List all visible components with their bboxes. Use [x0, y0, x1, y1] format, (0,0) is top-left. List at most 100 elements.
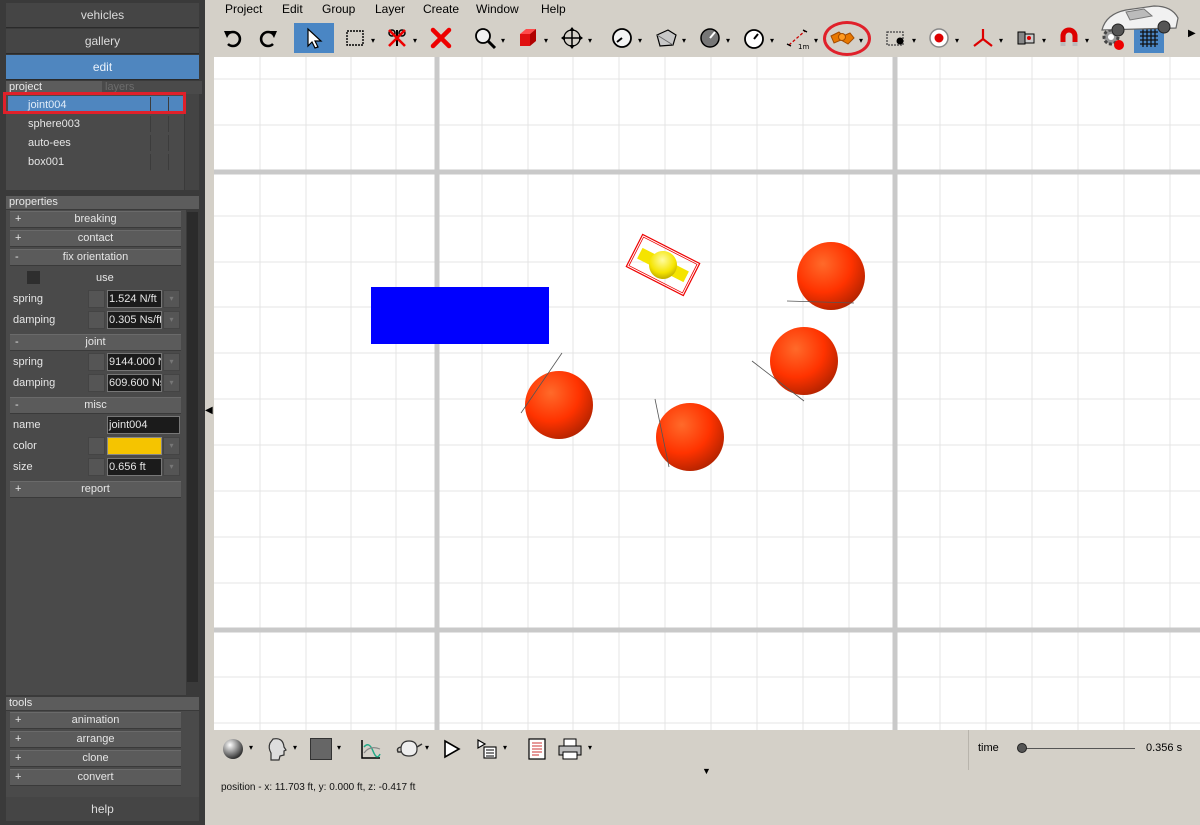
dropdown-arrow-icon[interactable]: ▾ — [770, 36, 774, 45]
menu-help[interactable]: Help — [541, 2, 566, 16]
size-input[interactable]: 0.656 ft — [107, 458, 162, 476]
name-input[interactable]: joint004 — [107, 416, 180, 434]
dropdown-arrow-icon[interactable]: ▾ — [999, 36, 1003, 45]
camera-target-icon[interactable] — [881, 23, 911, 53]
visibility-toggle[interactable] — [150, 116, 167, 132]
mount-icon[interactable] — [1011, 23, 1041, 53]
redo-icon[interactable] — [253, 23, 283, 53]
joint-spring-key[interactable] — [88, 353, 105, 371]
play-icon[interactable] — [436, 734, 466, 764]
fix-damping-key[interactable] — [88, 311, 105, 329]
dropdown-arrow-icon[interactable]: ▾ — [337, 743, 341, 752]
axis-icon[interactable] — [968, 23, 998, 53]
dropdown-arrow-icon[interactable]: ▾ — [293, 743, 297, 752]
dropdown-arrow-icon[interactable]: ▾ — [814, 36, 818, 45]
lock-toggle[interactable] — [168, 135, 185, 151]
timer-icon[interactable] — [739, 23, 769, 53]
head-view-icon[interactable] — [262, 734, 292, 764]
sphere-object[interactable] — [520, 352, 593, 439]
dropdown-arrow-icon[interactable]: ▾ — [501, 36, 505, 45]
menu-project[interactable]: Project — [225, 2, 262, 16]
vehicles-button[interactable]: vehicles — [6, 3, 199, 28]
delete-joint-icon[interactable] — [382, 23, 412, 53]
group-report[interactable]: + report — [10, 481, 181, 498]
group-joint[interactable]: - joint — [10, 334, 181, 351]
gallery-button[interactable]: gallery — [6, 29, 199, 54]
dropdown-arrow-icon[interactable]: ▾ — [503, 743, 507, 752]
dropdown-arrow-icon[interactable]: ▾ — [1085, 36, 1089, 45]
project-scrollbar[interactable] — [185, 94, 199, 190]
joint-damping-input[interactable]: 609.600 Ns/ft — [107, 374, 162, 392]
dropdown-arrow-icon[interactable]: ▾ — [682, 36, 686, 45]
fix-damping-dropdown[interactable]: ▾ — [163, 311, 180, 329]
dropdown-arrow-icon[interactable]: ▾ — [249, 743, 253, 752]
dropdown-arrow-icon[interactable]: ▾ — [425, 743, 429, 752]
box001-object[interactable] — [371, 287, 549, 344]
dropdown-arrow-icon[interactable]: ▾ — [588, 36, 592, 45]
tool-convert[interactable]: + convert — [10, 769, 181, 786]
color-key[interactable] — [88, 437, 105, 455]
joint-damping-dropdown[interactable]: ▾ — [163, 374, 180, 392]
magnet-icon[interactable] — [1054, 23, 1084, 53]
record-icon[interactable] — [924, 23, 954, 53]
lock-toggle[interactable] — [168, 116, 185, 132]
menu-group[interactable]: Group — [322, 2, 355, 16]
help-button[interactable]: help — [6, 797, 199, 821]
fix-spring-dropdown[interactable]: ▾ — [163, 290, 180, 308]
joint-spring-dropdown[interactable]: ▾ — [163, 353, 180, 371]
dropdown-arrow-icon[interactable]: ▾ — [638, 36, 642, 45]
move-icon[interactable] — [557, 23, 587, 53]
color-dropdown[interactable]: ▾ — [163, 437, 180, 455]
dropdown-arrow-icon[interactable]: ▾ — [955, 36, 959, 45]
menu-edit[interactable]: Edit — [282, 2, 303, 16]
3d-viewport[interactable] — [214, 57, 1200, 730]
group-misc[interactable]: - misc — [10, 397, 181, 414]
color-fill-icon[interactable] — [306, 734, 336, 764]
rectangle-select-icon[interactable] — [340, 23, 370, 53]
toolbar-overflow-arrow-icon[interactable]: ▶ — [1188, 28, 1196, 39]
add-box-icon[interactable] — [513, 23, 543, 53]
size-dropdown[interactable]: ▾ — [163, 458, 180, 476]
menu-create[interactable]: Create — [423, 2, 459, 16]
playback-settings-icon[interactable] — [472, 734, 502, 764]
dropdown-arrow-icon[interactable]: ▾ — [371, 36, 375, 45]
joint-damping-key[interactable] — [88, 374, 105, 392]
dropdown-arrow-icon[interactable]: ▾ — [588, 743, 592, 752]
gauge-icon[interactable] — [607, 23, 637, 53]
sphere-object[interactable] — [786, 242, 865, 310]
select-arrow-icon[interactable] — [294, 23, 334, 53]
group-fix-orientation[interactable]: - fix orientation — [10, 249, 181, 266]
tool-clone[interactable]: + clone — [10, 750, 181, 767]
fix-spring-key[interactable] — [88, 290, 105, 308]
list-item-box001[interactable]: box001 — [8, 153, 184, 171]
joint-spring-input[interactable]: 9144.000 N/ft — [107, 353, 162, 371]
surface-icon[interactable] — [651, 23, 681, 53]
undo-icon[interactable] — [218, 23, 248, 53]
visibility-toggle[interactable] — [150, 135, 167, 151]
scrollbar-thumb[interactable] — [187, 212, 198, 682]
tool-arrange[interactable]: + arrange — [10, 731, 181, 748]
meter-icon[interactable] — [695, 23, 725, 53]
size-key[interactable] — [88, 458, 105, 476]
graph-icon[interactable] — [356, 734, 386, 764]
teapot-render-icon[interactable] — [394, 734, 424, 764]
tool-animation[interactable]: + animation — [10, 712, 181, 729]
dropdown-arrow-icon[interactable]: ▾ — [912, 36, 916, 45]
fix-spring-input[interactable]: 1.524 N/ft — [107, 290, 162, 308]
report-document-icon[interactable] — [522, 734, 552, 764]
print-icon[interactable] — [555, 734, 585, 764]
joint004-object[interactable] — [625, 233, 701, 297]
lock-toggle[interactable] — [168, 154, 185, 170]
material-sphere-icon[interactable] — [218, 734, 248, 764]
dropdown-arrow-icon[interactable]: ▾ — [413, 36, 417, 45]
list-item-auto-ees[interactable]: auto-ees — [8, 134, 184, 152]
expand-down-arrow-icon[interactable]: ▼ — [702, 766, 711, 776]
properties-scrollbar[interactable] — [186, 210, 199, 695]
menu-layer[interactable]: Layer — [375, 2, 405, 16]
edit-button[interactable]: edit — [6, 55, 199, 80]
dropdown-arrow-icon[interactable]: ▾ — [544, 36, 548, 45]
scene-canvas[interactable] — [214, 57, 1200, 730]
vehicle-thumbnail-icon[interactable] — [1096, 0, 1182, 38]
dropdown-arrow-icon[interactable]: ▾ — [726, 36, 730, 45]
fix-damping-input[interactable]: 0.305 Ns/ft — [107, 311, 162, 329]
